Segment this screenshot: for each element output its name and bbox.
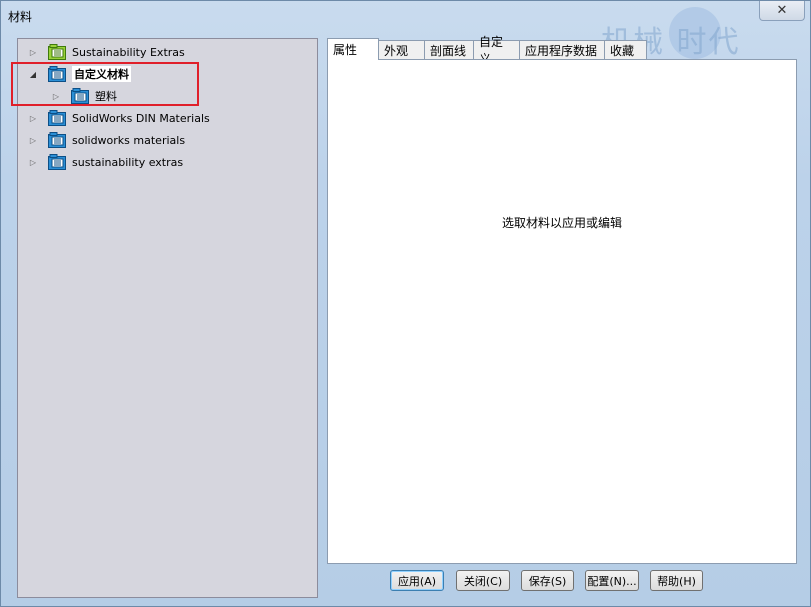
help-button[interactable]: 帮助(H): [650, 570, 703, 591]
close-button[interactable]: 关闭(C): [456, 570, 510, 591]
expand-arrow-icon[interactable]: ▷: [28, 135, 38, 145]
title-bar: 材料 ✕: [1, 1, 810, 29]
materials-dialog: 材料 ✕ 机械 时代 www.jxage.com 机械 时代 www.jxage…: [0, 0, 811, 607]
blue-library-icon: [48, 110, 67, 126]
tab-properties[interactable]: 属性: [327, 38, 379, 60]
tree-item-sustainability-extras[interactable]: ▷ Sustainability Extras: [28, 42, 185, 62]
expand-arrow-icon[interactable]: ▷: [28, 113, 38, 123]
green-library-icon: [48, 44, 67, 60]
tree-item-label: sustainability extras: [72, 155, 184, 169]
tab-appearance[interactable]: 外观: [378, 40, 425, 59]
tab-favorites[interactable]: 收藏: [604, 40, 647, 59]
config-button[interactable]: 配置(N)...: [585, 570, 639, 591]
close-window-button[interactable]: ✕: [759, 1, 805, 21]
tab-custom[interactable]: 自定义: [473, 35, 520, 66]
tab-application-data[interactable]: 应用程序数据: [519, 40, 605, 59]
window-title: 材料: [8, 10, 33, 24]
tree-item-sustainability-extras-lower[interactable]: ▷ sustainability extras: [28, 152, 183, 172]
blue-library-icon: [48, 154, 67, 170]
property-tabs: 属性 外观 剖面线 自定义 应用程序数据 收藏: [327, 35, 647, 66]
close-icon: ✕: [776, 3, 788, 18]
properties-panel: 选取材料以应用或编辑: [327, 59, 797, 564]
tab-crosshatch[interactable]: 剖面线: [424, 40, 474, 59]
expand-arrow-icon[interactable]: ▷: [28, 47, 38, 57]
expand-arrow-icon[interactable]: ▷: [28, 157, 38, 167]
tree-item-label: Sustainability Extras: [72, 45, 185, 59]
select-material-prompt: 选取材料以应用或编辑: [501, 216, 622, 230]
annotation-highlight-box: [11, 62, 199, 106]
material-tree[interactable]: ▷ Sustainability Extras ◢ 自定义材料 ▷ 塑料 ▷ S…: [17, 38, 318, 598]
tree-item-label: solidworks materials: [72, 133, 186, 147]
save-button[interactable]: 保存(S): [521, 570, 574, 591]
blue-library-icon: [48, 132, 67, 148]
apply-button[interactable]: 应用(A): [390, 570, 444, 591]
tree-item-solidworks-materials[interactable]: ▷ solidworks materials: [28, 130, 185, 150]
tree-item-label: SolidWorks DIN Materials: [72, 111, 210, 125]
tree-item-solidworks-din-materials[interactable]: ▷ SolidWorks DIN Materials: [28, 108, 210, 128]
